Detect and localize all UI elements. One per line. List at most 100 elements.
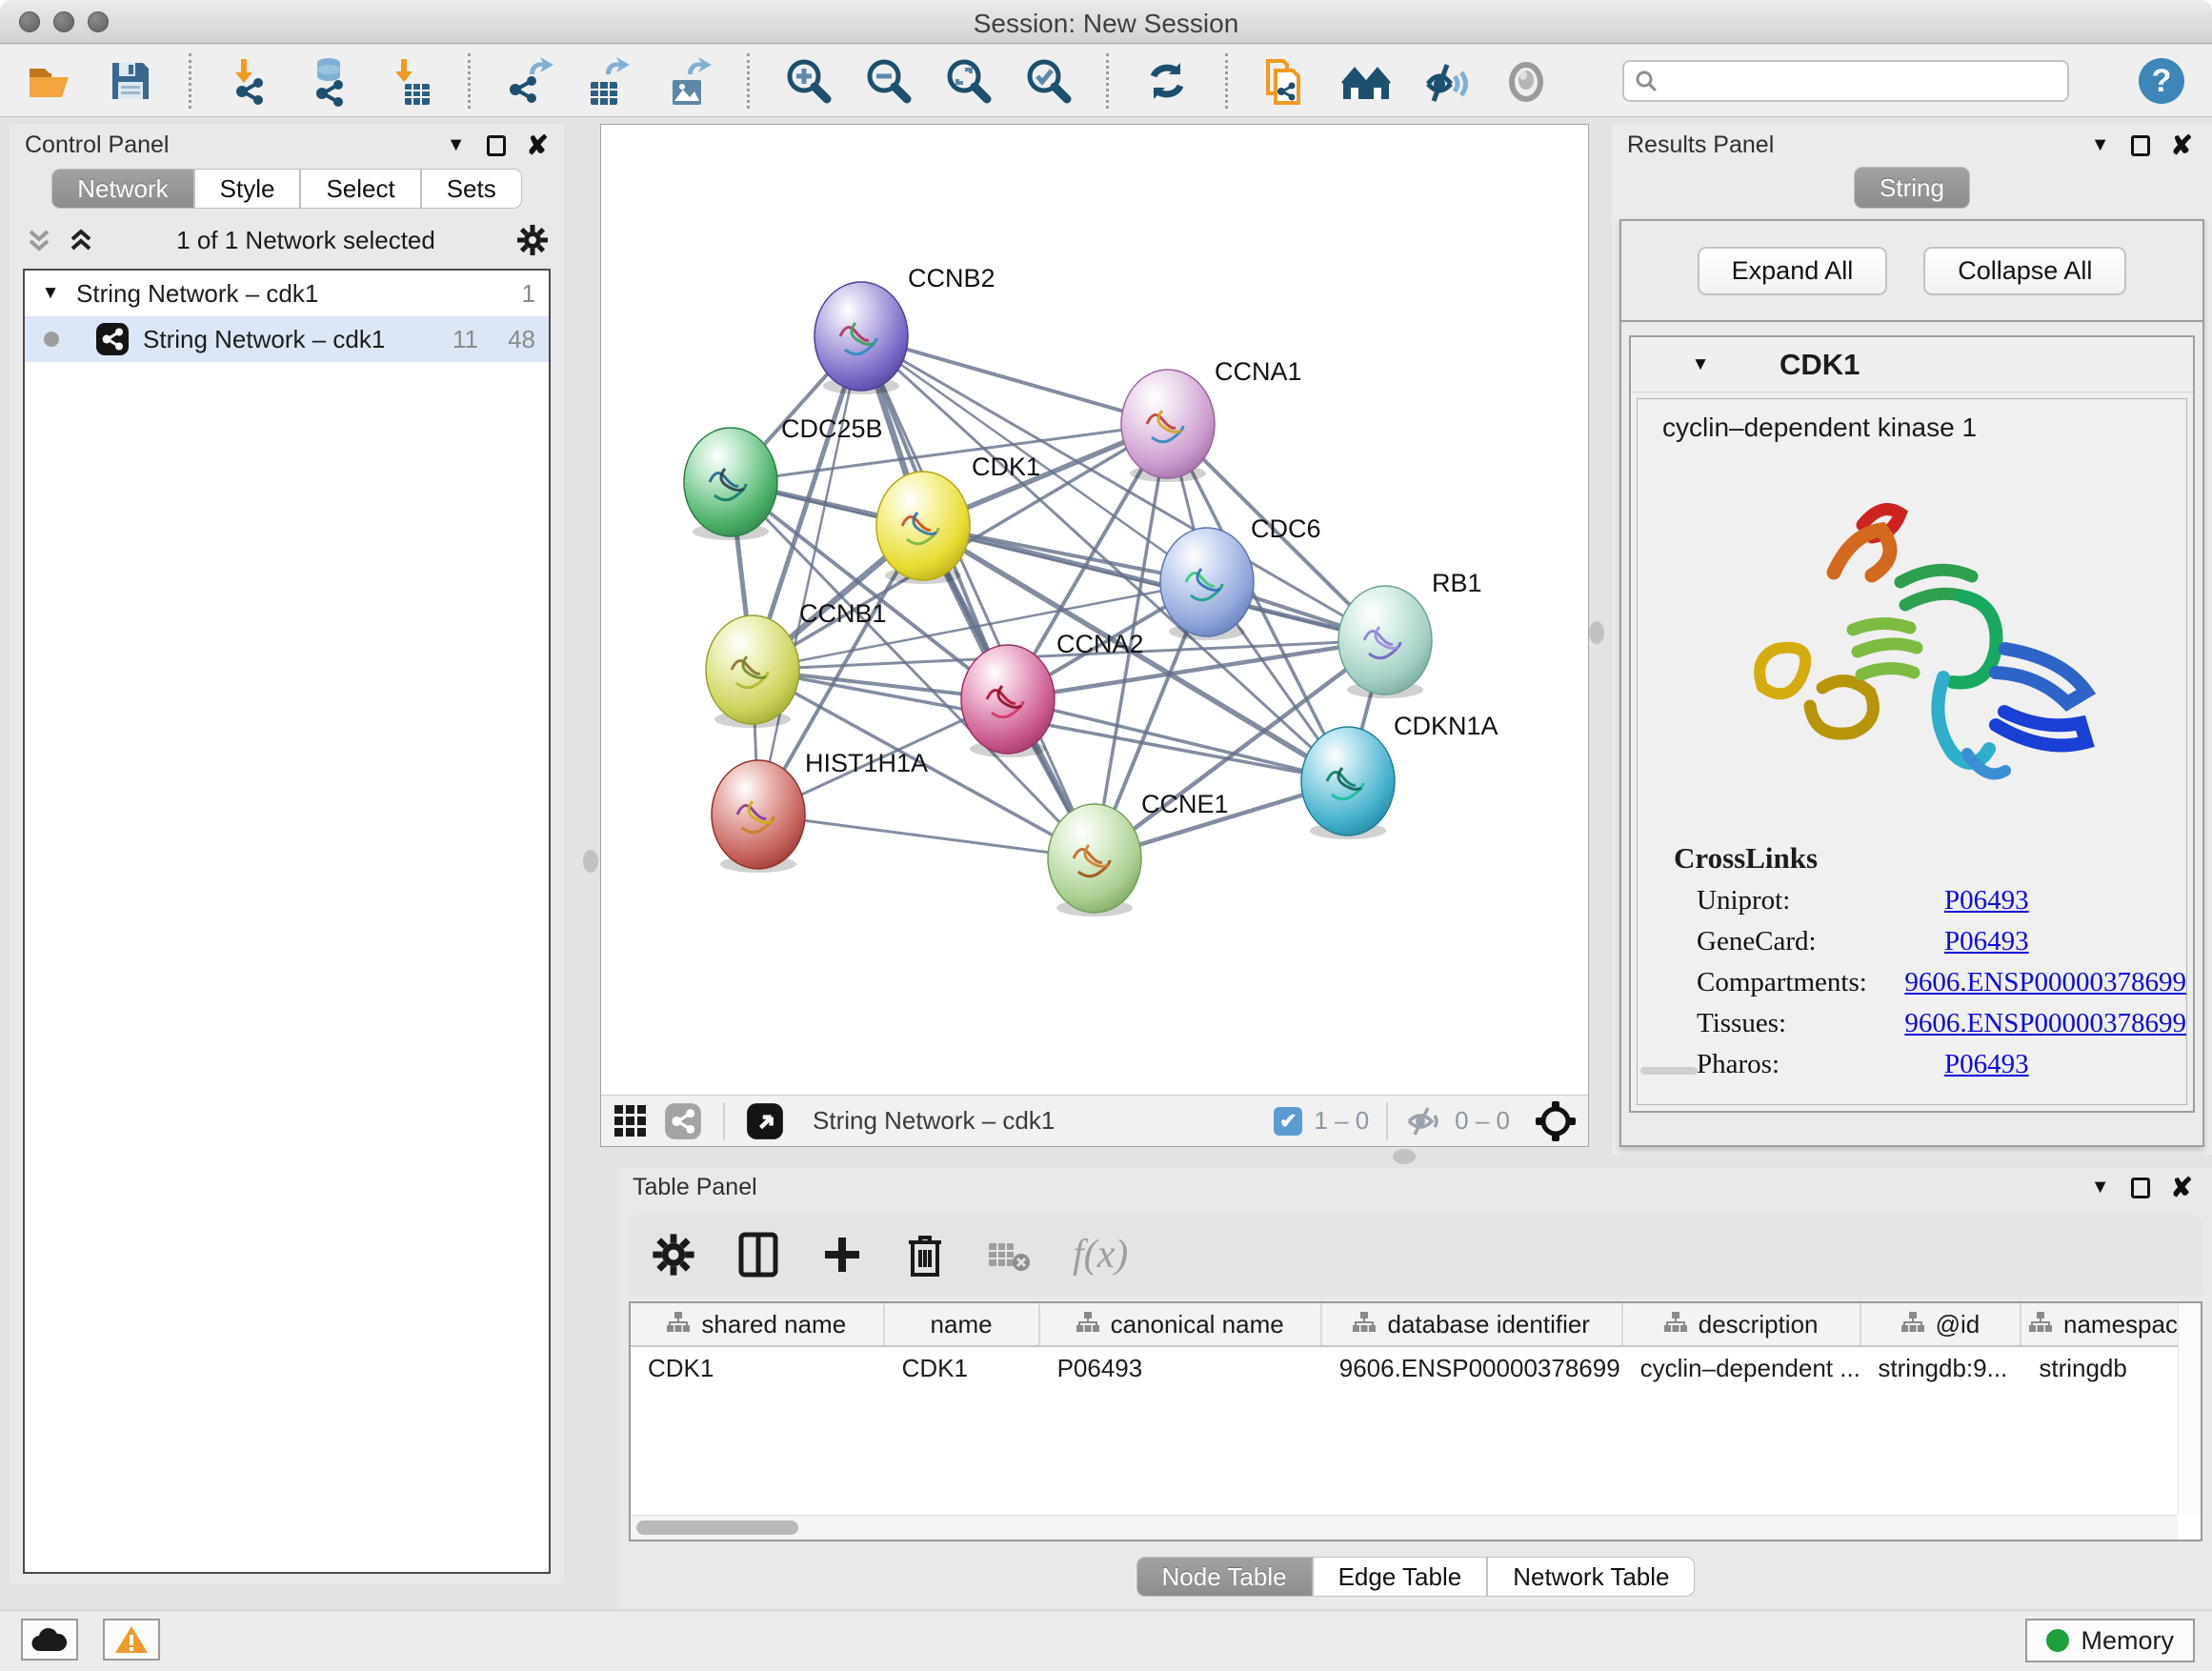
network-node-CDK1[interactable]: CDK1 bbox=[876, 453, 1040, 584]
save-session-button[interactable] bbox=[105, 54, 156, 108]
collapse-all-button[interactable]: Collapse All bbox=[1923, 247, 2126, 295]
entry-disclosure-icon[interactable]: ▼ bbox=[1688, 354, 1713, 375]
close-panel-icon[interactable]: ✘ bbox=[527, 136, 549, 155]
export-table-button[interactable] bbox=[583, 54, 634, 108]
tab-style[interactable]: Style bbox=[194, 169, 301, 209]
tab-node-table[interactable]: Node Table bbox=[1136, 1557, 1313, 1597]
network-node-CDKN1A[interactable]: CDKN1A bbox=[1301, 712, 1498, 839]
table-cell[interactable]: cyclin–dependent ... bbox=[1623, 1347, 1861, 1391]
houses-icon[interactable] bbox=[1340, 54, 1392, 108]
birdseye-view-icon[interactable] bbox=[613, 1103, 649, 1139]
column-header-description[interactable]: description bbox=[1623, 1303, 1861, 1345]
add-column-icon[interactable] bbox=[821, 1234, 863, 1276]
delete-column-icon[interactable] bbox=[905, 1231, 945, 1278]
export-network-button[interactable] bbox=[503, 54, 554, 108]
close-panel-icon[interactable]: ✘ bbox=[2171, 1178, 2193, 1198]
table-cell[interactable]: CDK1 bbox=[885, 1347, 1040, 1391]
crosslink-link[interactable]: P06493 bbox=[1944, 1049, 2029, 1080]
hide-eye-button[interactable] bbox=[1420, 54, 1472, 108]
expand-all-button[interactable]: Expand All bbox=[1698, 247, 1888, 295]
main-toolbar: ? bbox=[0, 45, 2212, 117]
open-session-button[interactable] bbox=[25, 54, 76, 108]
crosslink-link[interactable]: 9606.ENSP00000378699 bbox=[1904, 967, 2186, 998]
tab-edge-table[interactable]: Edge Table bbox=[1313, 1557, 1488, 1597]
network-node-CCNE1[interactable]: CCNE1 bbox=[1048, 790, 1229, 916]
memory-button[interactable]: Memory bbox=[2025, 1619, 2195, 1662]
column-header--id[interactable]: @id bbox=[1861, 1303, 2022, 1345]
svg-text:?: ? bbox=[2152, 63, 2172, 99]
table-cell[interactable]: stringdb bbox=[2021, 1347, 2201, 1391]
export-image-button[interactable] bbox=[663, 54, 714, 108]
network-node-CCNA1[interactable]: CCNA1 bbox=[1121, 357, 1302, 482]
left-splitter-handle[interactable] bbox=[583, 850, 598, 873]
table-vertical-scrollbar[interactable] bbox=[2178, 1303, 2201, 1515]
open-view-icon[interactable] bbox=[746, 1102, 784, 1140]
column-header-database-identifier[interactable]: database identifier bbox=[1322, 1303, 1623, 1345]
collapse-panel-icon[interactable]: ▼ bbox=[447, 134, 466, 156]
column-header-shared-name[interactable]: shared name bbox=[631, 1303, 885, 1345]
zoom-fit-button[interactable] bbox=[942, 54, 994, 108]
network-node-RB1[interactable]: RB1 bbox=[1338, 569, 1482, 698]
network-graph[interactable]: CDK1CCNB1CCNB2CCNA1CCNA2CCNE1CDC25BCDC6R… bbox=[601, 125, 1588, 1095]
table-cell[interactable]: stringdb:9... bbox=[1860, 1347, 2021, 1391]
share-document-button[interactable] bbox=[1260, 54, 1312, 108]
tab-string[interactable]: String bbox=[1854, 167, 1970, 209]
network-collection-row[interactable]: ▼ String Network – cdk1 1 bbox=[25, 271, 549, 316]
table-cell[interactable]: CDK1 bbox=[631, 1347, 885, 1391]
column-header-namespace[interactable]: namespace bbox=[2021, 1303, 2201, 1345]
crosslink-link[interactable]: P06493 bbox=[1944, 926, 2029, 957]
help-button[interactable]: ? bbox=[2136, 54, 2187, 108]
tab-sets[interactable]: Sets bbox=[421, 169, 522, 209]
network-row[interactable]: String Network – cdk1 11 48 bbox=[25, 316, 549, 362]
zoom-selected-button[interactable] bbox=[1022, 54, 1074, 108]
refresh-button[interactable] bbox=[1141, 54, 1193, 108]
network-canvas[interactable]: CDK1CCNB1CCNB2CCNA1CCNA2CCNE1CDC25BCDC6R… bbox=[601, 125, 1588, 1095]
cloud-button[interactable] bbox=[21, 1619, 78, 1661]
control-panel-tabs: Network Style Select Sets bbox=[10, 169, 564, 209]
string-network-icon[interactable] bbox=[664, 1102, 702, 1140]
network-node-CDC6[interactable]: CDC6 bbox=[1160, 514, 1321, 640]
collection-disclosure-icon[interactable]: ▼ bbox=[38, 283, 63, 304]
float-panel-icon[interactable] bbox=[487, 135, 506, 156]
table-cell[interactable]: 9606.ENSP00000378699 bbox=[1322, 1347, 1623, 1391]
zoom-out-button[interactable] bbox=[862, 54, 914, 108]
close-panel-icon[interactable]: ✘ bbox=[2171, 136, 2193, 155]
expand-all-networks-icon[interactable] bbox=[25, 226, 53, 254]
column-header-name[interactable]: name bbox=[885, 1303, 1040, 1345]
zoom-in-button[interactable] bbox=[782, 54, 834, 108]
import-network-file-button[interactable] bbox=[224, 54, 275, 108]
crosslink-link[interactable]: 9606.ENSP00000378699 bbox=[1904, 1008, 2186, 1039]
gear-icon[interactable] bbox=[516, 224, 549, 256]
crosshair-icon[interactable] bbox=[1535, 1100, 1577, 1142]
gear-icon[interactable] bbox=[652, 1233, 695, 1277]
network-node-HIST1H1A[interactable]: HIST1H1A bbox=[712, 749, 928, 873]
collapse-all-networks-icon[interactable] bbox=[67, 226, 95, 254]
warnings-button[interactable] bbox=[103, 1619, 160, 1661]
show-columns-icon[interactable] bbox=[737, 1231, 779, 1278]
collapse-panel-icon[interactable]: ▼ bbox=[2091, 134, 2110, 156]
scrollbar-thumb[interactable] bbox=[636, 1520, 798, 1535]
entry-gene-name: CDK1 bbox=[1780, 348, 1860, 382]
selected-checkbox-icon[interactable]: ✔ bbox=[1274, 1107, 1302, 1136]
import-network-database-button[interactable] bbox=[304, 54, 355, 108]
hidden-eye-icon bbox=[1405, 1106, 1443, 1137]
right-splitter-handle[interactable] bbox=[1589, 621, 1604, 644]
lens-icon[interactable] bbox=[1500, 54, 1552, 108]
toolbar-separator bbox=[468, 53, 471, 109]
horizontal-splitter-handle[interactable] bbox=[1393, 1149, 1416, 1164]
crosslink-link[interactable]: P06493 bbox=[1944, 885, 2029, 916]
search-input[interactable] bbox=[1659, 64, 2058, 98]
tab-select[interactable]: Select bbox=[300, 169, 420, 209]
table-row[interactable]: CDK1CDK1P064939606.ENSP00000378699cyclin… bbox=[631, 1347, 2201, 1391]
float-panel-icon[interactable] bbox=[2131, 135, 2150, 156]
node-result-header[interactable]: ▼ CDK1 bbox=[1631, 337, 2193, 393]
table-cell[interactable]: P06493 bbox=[1040, 1347, 1322, 1391]
tab-network-table[interactable]: Network Table bbox=[1487, 1557, 1695, 1597]
tab-network[interactable]: Network bbox=[51, 169, 193, 209]
table-horizontal-scrollbar[interactable] bbox=[631, 1515, 2178, 1540]
results-scrollbar[interactable] bbox=[1640, 1067, 1698, 1075]
collapse-panel-icon[interactable]: ▼ bbox=[2091, 1177, 2110, 1198]
column-header-canonical-name[interactable]: canonical name bbox=[1040, 1303, 1322, 1345]
import-table-button[interactable] bbox=[384, 54, 435, 108]
float-panel-icon[interactable] bbox=[2131, 1178, 2150, 1198]
